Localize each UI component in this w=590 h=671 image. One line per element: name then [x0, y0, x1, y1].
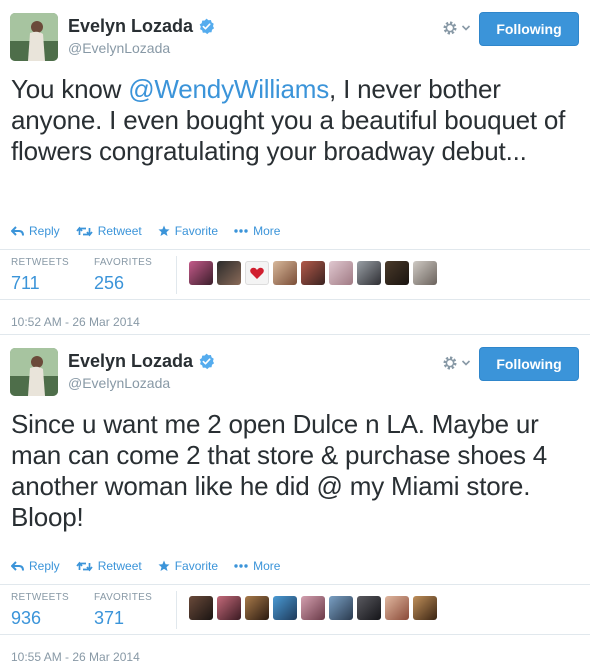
more-dots-icon — [234, 564, 248, 568]
retweet-icon — [76, 561, 93, 571]
more-dots-icon — [234, 229, 248, 233]
following-button[interactable]: Following — [479, 12, 579, 46]
reply-button[interactable]: Reply — [11, 224, 60, 238]
tweet-text: You know @WendyWilliams, I never bother … — [11, 74, 581, 167]
retweets-count: 936 — [11, 608, 42, 628]
more-button[interactable]: More — [234, 559, 280, 573]
favoriter-avatar[interactable] — [245, 261, 269, 285]
heart-icon — [250, 267, 264, 279]
gear-icon — [443, 356, 457, 370]
favorite-button[interactable]: Favorite — [158, 224, 218, 238]
favoriter-avatar[interactable] — [273, 261, 297, 285]
author-handle[interactable]: @EvelynLozada — [68, 40, 170, 56]
favoriter-avatar[interactable] — [385, 261, 409, 285]
favoriter-avatar[interactable] — [301, 261, 325, 285]
favorites-label: FAVORITES — [94, 257, 153, 268]
favoriter-avatar[interactable] — [217, 261, 241, 285]
favoriter-avatars — [189, 596, 441, 620]
reply-label: Reply — [29, 559, 60, 573]
tweet-actions: Reply Retweet Favorite More — [11, 224, 296, 238]
retweet-label: Retweet — [97, 559, 142, 573]
favoriter-avatar[interactable] — [189, 261, 213, 285]
mention-link[interactable]: @WendyWilliams — [128, 74, 329, 104]
more-label: More — [253, 559, 281, 573]
favorite-label: Favorite — [174, 224, 219, 238]
avatar-image — [10, 13, 58, 61]
favoriter-avatar[interactable] — [301, 596, 325, 620]
more-button[interactable]: More — [234, 224, 280, 238]
favoriter-avatar[interactable] — [217, 596, 241, 620]
favoriter-avatar[interactable] — [413, 596, 437, 620]
following-button[interactable]: Following — [479, 347, 579, 381]
retweets-count: 711 — [11, 273, 40, 293]
user-actions-menu[interactable] — [442, 355, 471, 371]
author-name[interactable]: Evelyn Lozada — [68, 16, 193, 37]
tweet-text-before: Since u want me 2 open Dulce n LA. Maybe… — [11, 409, 548, 532]
tweet-timestamp[interactable]: 10:52 AM - 26 Mar 2014 — [11, 315, 140, 329]
favoriter-avatar[interactable] — [273, 596, 297, 620]
stats-divider — [176, 256, 177, 294]
verified-badge-icon — [199, 18, 215, 35]
tweet-card: Evelyn Lozada @EvelynLozada Following Yo… — [0, 0, 590, 335]
reply-button[interactable]: Reply — [11, 559, 60, 573]
verified-badge-icon — [199, 353, 215, 370]
favoriter-avatar[interactable] — [245, 596, 269, 620]
author-name-row[interactable]: Evelyn Lozada — [68, 16, 215, 37]
chevron-down-icon — [461, 25, 471, 31]
user-actions-menu[interactable] — [442, 20, 471, 36]
star-icon — [158, 560, 170, 571]
more-label: More — [253, 224, 281, 238]
retweets-label: RETWEETS — [11, 592, 69, 603]
favoriter-avatar[interactable] — [357, 596, 381, 620]
retweets-label: RETWEETS — [11, 257, 69, 268]
retweet-button[interactable]: Retweet — [76, 224, 142, 238]
favoriter-avatar[interactable] — [385, 596, 409, 620]
favorites-count: 256 — [94, 273, 125, 293]
tweet-timestamp[interactable]: 10:55 AM - 26 Mar 2014 — [11, 650, 140, 664]
retweet-button[interactable]: Retweet — [76, 559, 142, 573]
favoriter-avatar[interactable] — [329, 261, 353, 285]
gear-icon — [443, 21, 457, 35]
stats-divider — [176, 591, 177, 629]
retweets-stat[interactable]: RETWEETS 936 — [11, 592, 69, 629]
retweets-stat[interactable]: RETWEETS 711 — [11, 257, 69, 294]
favorites-stat[interactable]: FAVORITES 371 — [94, 592, 152, 629]
chevron-down-icon — [461, 360, 471, 366]
reply-icon — [11, 560, 24, 571]
favorites-count: 371 — [94, 608, 125, 628]
favorites-label: FAVORITES — [94, 592, 153, 603]
tweet-stats: RETWEETS 711 FAVORITES 256 — [0, 249, 590, 300]
tweet-text: Since u want me 2 open Dulce n LA. Maybe… — [11, 409, 581, 533]
favorites-stat[interactable]: FAVORITES 256 — [94, 257, 152, 294]
tweet-text-before: You know — [11, 74, 129, 104]
retweet-label: Retweet — [97, 224, 142, 238]
avatar-image — [10, 348, 58, 396]
reply-label: Reply — [29, 224, 60, 238]
tweet-stats: RETWEETS 936 FAVORITES 371 — [0, 584, 590, 635]
favoriter-avatar[interactable] — [189, 596, 213, 620]
avatar[interactable] — [10, 13, 58, 61]
author-handle[interactable]: @EvelynLozada — [68, 375, 170, 391]
author-name[interactable]: Evelyn Lozada — [68, 351, 193, 372]
tweet-card: Evelyn Lozada @EvelynLozada Following Si… — [0, 335, 590, 671]
reply-icon — [11, 225, 24, 236]
tweet-actions: Reply Retweet Favorite More — [11, 559, 296, 573]
star-icon — [158, 225, 170, 236]
retweet-icon — [76, 226, 93, 236]
author-name-row[interactable]: Evelyn Lozada — [68, 351, 215, 372]
avatar[interactable] — [10, 348, 58, 396]
favoriter-avatar[interactable] — [329, 596, 353, 620]
favoriter-avatar[interactable] — [357, 261, 381, 285]
favorite-label: Favorite — [174, 559, 219, 573]
favorite-button[interactable]: Favorite — [158, 559, 218, 573]
favoriter-avatars — [189, 261, 441, 285]
favoriter-avatar[interactable] — [413, 261, 437, 285]
